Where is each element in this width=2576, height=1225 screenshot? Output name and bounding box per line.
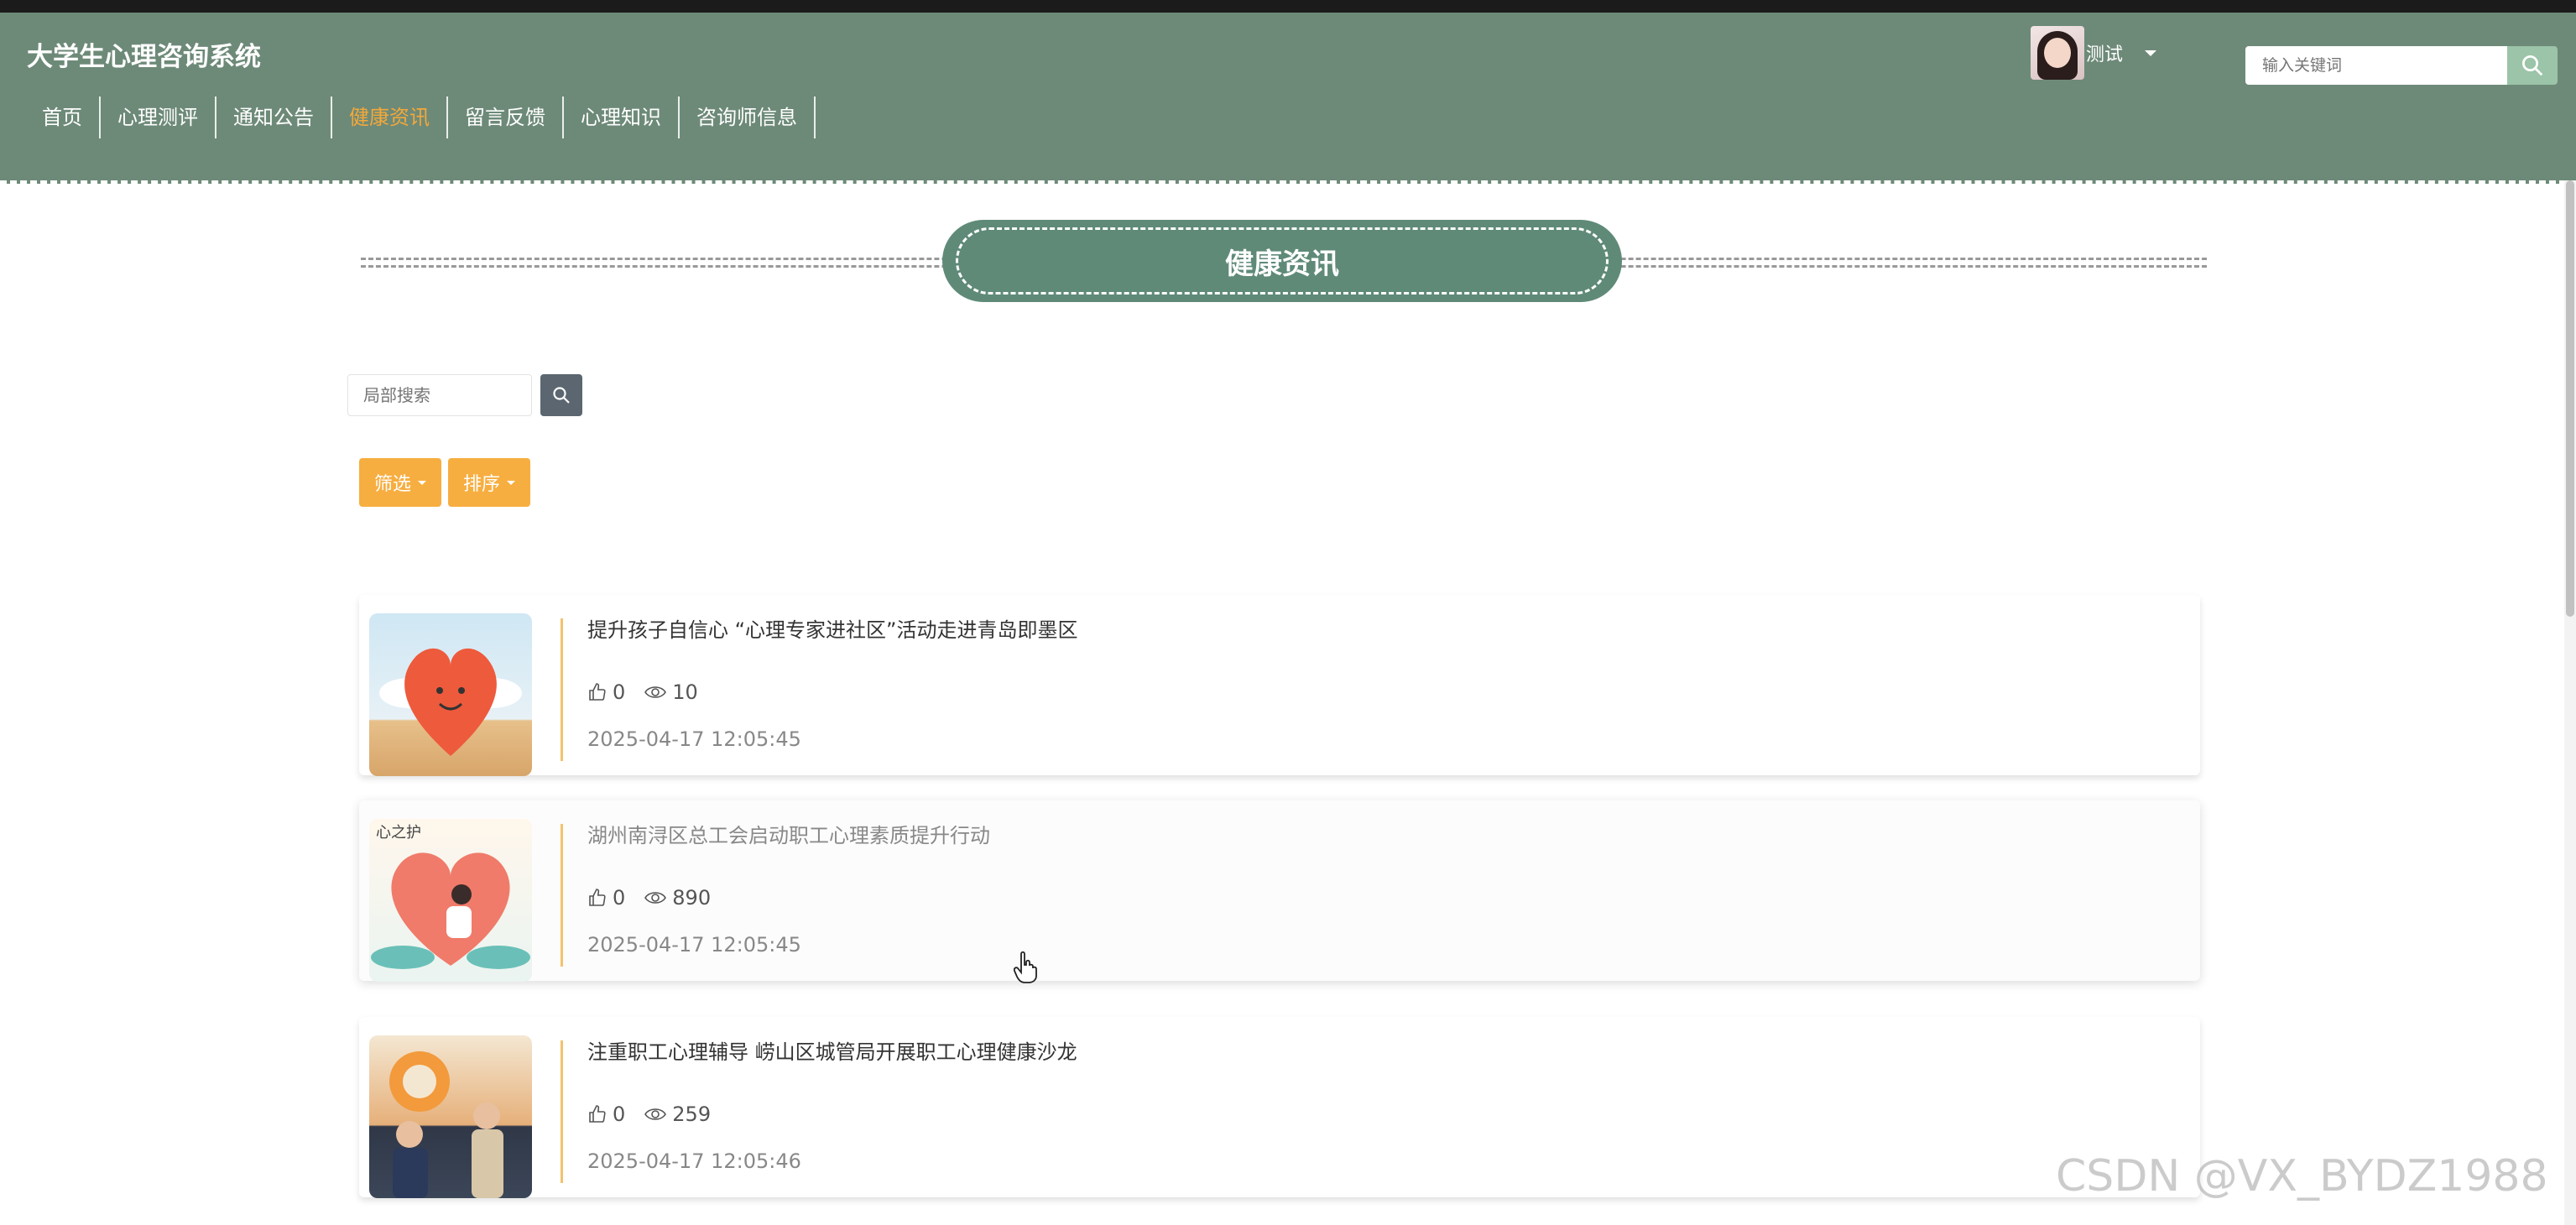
article-thumbnail[interactable]: [369, 1035, 532, 1198]
like-count: 0: [613, 886, 626, 910]
nav-item-notices[interactable]: 通知公告: [216, 96, 332, 138]
card-divider: [561, 618, 563, 761]
top-search: [2245, 46, 2558, 85]
svg-text:心之护: 心之护: [376, 824, 421, 842]
thumbs-up-icon[interactable]: [587, 682, 607, 702]
like-count: 0: [613, 680, 626, 704]
article-date: 2025-04-17 12:05:46: [587, 1149, 801, 1173]
site-header: 大学生心理咨询系统 首页 心理测评 通知公告 健康资讯 留言反馈 心理知识 咨询…: [0, 13, 2576, 184]
caret-down-icon: [418, 480, 427, 485]
sort-label: 排序: [463, 474, 501, 495]
article-date: 2025-04-17 12:05:45: [587, 933, 801, 957]
event-photo-image: [389, 1051, 503, 1198]
page-title: 健康资讯: [1225, 247, 1339, 281]
eye-icon: [644, 686, 667, 698]
heart-hands-image: 心之护: [371, 824, 530, 969]
main-nav: 首页 心理测评 通知公告 健康资讯 留言反馈 心理知识 咨询师信息: [25, 96, 816, 138]
top-search-button[interactable]: [2507, 46, 2558, 85]
eye-icon: [644, 892, 667, 904]
nav-item-health-news[interactable]: 健康资讯: [332, 96, 448, 138]
user-menu[interactable]: 测试: [2031, 26, 2157, 80]
article-date: 2025-04-17 12:05:45: [587, 727, 801, 751]
nav-item-feedback[interactable]: 留言反馈: [448, 96, 564, 138]
article-card[interactable]: 注重职工心理辅导 崂山区城管局开展职工心理健康沙龙 0 259 2025-04-…: [359, 1017, 2200, 1198]
site-title: 大学生心理咨询系统: [27, 42, 261, 72]
view-count: 10: [672, 680, 698, 704]
thumbs-up-icon[interactable]: [587, 888, 607, 908]
card-divider: [561, 1040, 563, 1183]
window-top-bar: [0, 0, 2576, 13]
section-title-banner: 健康资讯: [942, 220, 1622, 302]
search-icon: [2522, 55, 2543, 76]
watermark: CSDN @VX_BYDZ1988: [2056, 1151, 2548, 1202]
article-card[interactable]: 提升孩子自信心 “心理专家进社区”活动走进青岛即墨区 0 10 2025-04-…: [359, 595, 2200, 776]
top-search-input[interactable]: [2245, 46, 2507, 85]
eye-icon: [644, 1108, 667, 1120]
local-search-button[interactable]: [540, 374, 582, 416]
nav-item-home[interactable]: 首页: [25, 96, 101, 138]
filter-label: 筛选: [374, 474, 412, 495]
like-count: 0: [613, 1102, 626, 1126]
article-stats: 0 10: [587, 680, 717, 704]
card-divider: [561, 824, 563, 967]
nav-item-counselors[interactable]: 咨询师信息: [680, 96, 816, 138]
local-search-input[interactable]: [347, 374, 532, 416]
thumbs-up-icon[interactable]: [587, 1104, 607, 1124]
view-count: 259: [672, 1102, 712, 1126]
filter-toolbar: 筛选 排序: [359, 458, 537, 507]
filter-dropdown-button[interactable]: 筛选: [359, 458, 442, 507]
search-icon: [553, 387, 570, 404]
article-thumbnail[interactable]: [369, 613, 532, 776]
article-title[interactable]: 注重职工心理辅导 崂山区城管局开展职工心理健康沙龙: [587, 1035, 1077, 1065]
article-title[interactable]: 提升孩子自信心 “心理专家进社区”活动走进青岛即墨区: [587, 613, 1078, 643]
sort-dropdown-button[interactable]: 排序: [448, 458, 531, 507]
article-stats: 0 259: [587, 1102, 729, 1126]
avatar[interactable]: [2031, 26, 2084, 80]
local-search: [347, 374, 582, 416]
heart-image: [379, 648, 522, 756]
scrollbar-thumb[interactable]: [2566, 180, 2574, 617]
view-count: 890: [672, 886, 712, 910]
article-title[interactable]: 湖州南浔区总工会启动职工心理素质提升行动: [587, 819, 990, 848]
hand-cursor-icon: [1014, 951, 1037, 983]
caret-down-icon: [507, 480, 516, 485]
nav-item-assessment[interactable]: 心理测评: [101, 96, 216, 138]
article-stats: 0 890: [587, 886, 729, 910]
nav-item-knowledge[interactable]: 心理知识: [564, 96, 680, 138]
article-card[interactable]: 心之护 湖州南浔区总工会启动职工心理素质提升行动 0 890 2025-04-1…: [359, 800, 2200, 982]
article-thumbnail[interactable]: 心之护: [369, 819, 532, 982]
chevron-down-icon[interactable]: [2145, 50, 2157, 56]
user-name[interactable]: 测试: [2086, 39, 2123, 66]
